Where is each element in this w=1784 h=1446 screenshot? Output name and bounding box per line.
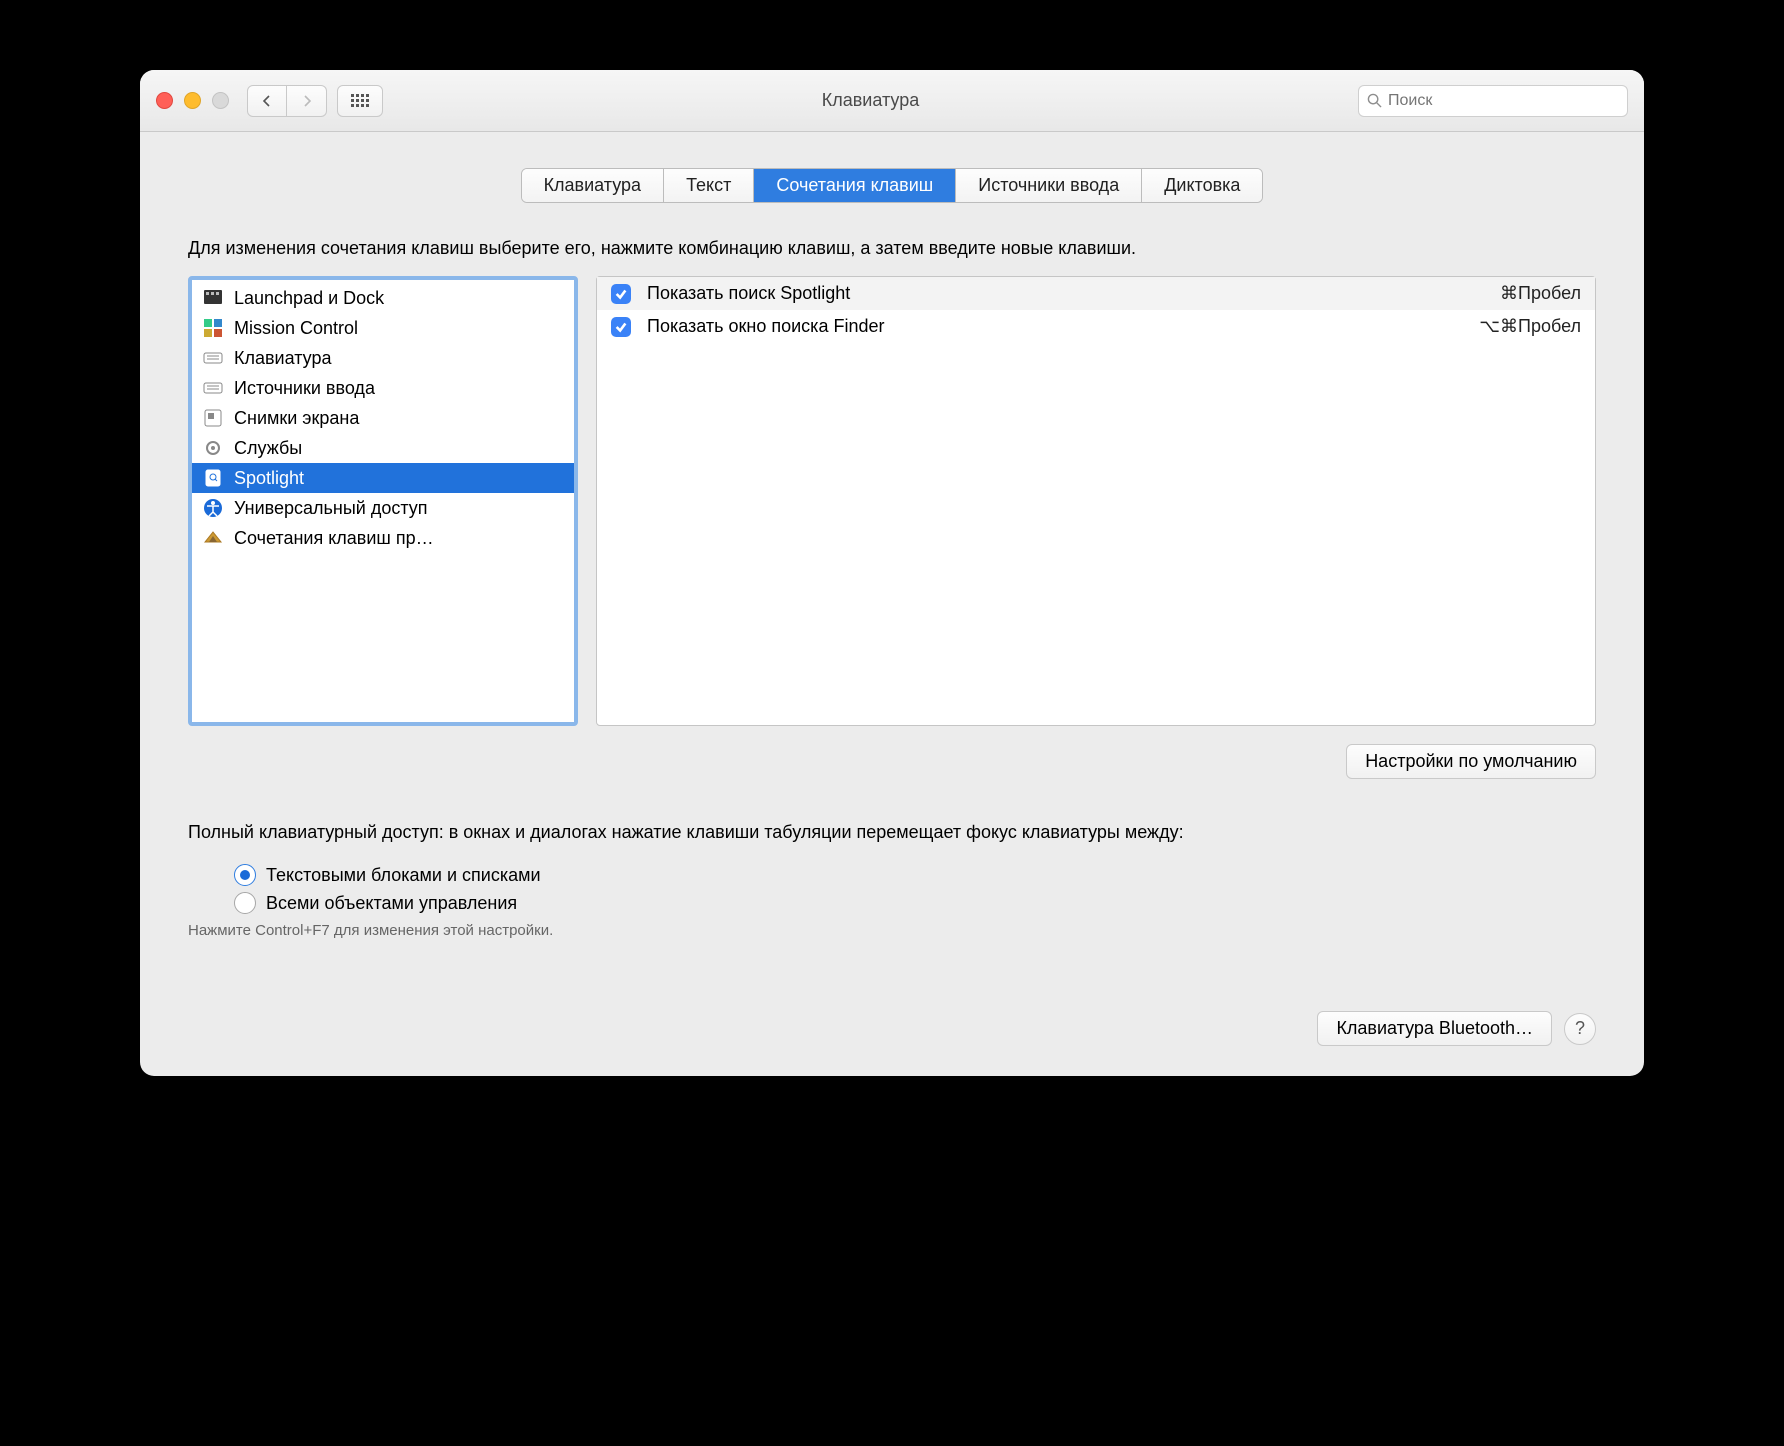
shortcut-label: Показать окно поиска Finder xyxy=(647,316,1463,337)
category-label: Spotlight xyxy=(234,468,304,489)
bluetooth-keyboard-button[interactable]: Клавиатура Bluetooth… xyxy=(1317,1011,1552,1046)
shortcut-row[interactable]: Показать поиск Spotlight ⌘Пробел xyxy=(597,277,1595,310)
preferences-window: Клавиатура КлавиатураТекстСочетания клав… xyxy=(140,70,1644,1076)
keyboard-hint: Нажмите Control+F7 для изменения этой на… xyxy=(188,922,1596,939)
category-label: Mission Control xyxy=(234,318,358,339)
mission-icon xyxy=(202,317,224,339)
apps-icon xyxy=(202,527,224,549)
category-label: Снимки экрана xyxy=(234,408,359,429)
category-label: Сочетания клавиш пр… xyxy=(234,528,434,549)
grid-icon xyxy=(351,94,369,107)
keyboard-icon xyxy=(202,347,224,369)
content: КлавиатураТекстСочетания клавишИсточники… xyxy=(140,168,1644,1076)
tab-сочетания-клавиш[interactable]: Сочетания клавиш xyxy=(754,169,956,202)
search-icon xyxy=(1367,93,1382,108)
panels: Launchpad и Dock Mission Control Клавиатур… xyxy=(188,276,1596,726)
nav-buttons xyxy=(247,85,327,117)
tab-клавиатура[interactable]: Клавиатура xyxy=(522,169,665,202)
radio-button[interactable] xyxy=(234,864,256,886)
help-button[interactable]: ? xyxy=(1564,1013,1596,1045)
launchpad-icon xyxy=(202,287,224,309)
category-item[interactable]: Mission Control xyxy=(192,313,574,343)
back-button[interactable] xyxy=(247,85,287,117)
keyboard-icon xyxy=(202,377,224,399)
shortcut-checkbox[interactable] xyxy=(611,317,631,337)
radio-button[interactable] xyxy=(234,892,256,914)
titlebar: Клавиатура xyxy=(140,70,1644,132)
category-label: Launchpad и Dock xyxy=(234,288,384,309)
category-label: Службы xyxy=(234,438,302,459)
radio-option[interactable]: Всеми объектами управления xyxy=(234,892,1596,914)
search-input[interactable] xyxy=(1388,92,1619,110)
shortcut-label: Показать поиск Spotlight xyxy=(647,283,1484,304)
tab-диктовка[interactable]: Диктовка xyxy=(1142,169,1262,202)
radio-label: Всеми объектами управления xyxy=(266,893,517,914)
category-label: Универсальный доступ xyxy=(234,498,428,519)
category-item[interactable]: Универсальный доступ xyxy=(192,493,574,523)
category-item[interactable]: Источники ввода xyxy=(192,373,574,403)
window-controls xyxy=(156,92,229,109)
zoom-window-button xyxy=(212,92,229,109)
category-item[interactable]: Клавиатура xyxy=(192,343,574,373)
restore-defaults-button[interactable]: Настройки по умолчанию xyxy=(1346,744,1596,779)
gear-icon xyxy=(202,437,224,459)
close-window-button[interactable] xyxy=(156,92,173,109)
tab-источники-ввода[interactable]: Источники ввода xyxy=(956,169,1142,202)
full-keyboard-access-desc: Полный клавиатурный доступ: в окнах и ди… xyxy=(188,819,1596,846)
shortcut-keys: ⌘Пробел xyxy=(1500,283,1581,304)
minimize-window-button[interactable] xyxy=(184,92,201,109)
tab-текст[interactable]: Текст xyxy=(664,169,754,202)
shortcut-checkbox[interactable] xyxy=(611,284,631,304)
show-all-button[interactable] xyxy=(337,85,383,117)
screenshot-icon xyxy=(202,407,224,429)
shortcut-row[interactable]: Показать окно поиска Finder ⌥⌘Пробел xyxy=(597,310,1595,343)
category-label: Источники ввода xyxy=(234,378,375,399)
category-item[interactable]: Снимки экрана xyxy=(192,403,574,433)
shortcut-keys: ⌥⌘Пробел xyxy=(1479,316,1581,337)
spotlight-icon xyxy=(202,467,224,489)
window-title: Клавиатура xyxy=(383,90,1358,111)
forward-button[interactable] xyxy=(287,85,327,117)
accessibility-icon xyxy=(202,497,224,519)
search-box[interactable] xyxy=(1358,85,1628,117)
tabs: КлавиатураТекстСочетания клавишИсточники… xyxy=(188,168,1596,203)
radio-label: Текстовыми блоками и списками xyxy=(266,865,541,886)
shortcut-list[interactable]: Показать поиск Spotlight⌘ПробелПоказать … xyxy=(596,276,1596,726)
category-item[interactable]: Launchpad и Dock xyxy=(192,283,574,313)
radio-option[interactable]: Текстовыми блоками и списками xyxy=(234,864,1596,886)
category-list[interactable]: Launchpad и Dock Mission Control Клавиатур… xyxy=(188,276,578,726)
category-item[interactable]: Spotlight xyxy=(192,463,574,493)
radio-group: Текстовыми блоками и списками Всеми объек… xyxy=(234,864,1596,914)
category-item[interactable]: Сочетания клавиш пр… xyxy=(192,523,574,553)
instruction-text: Для изменения сочетания клавиш выберите … xyxy=(188,235,1596,262)
category-label: Клавиатура xyxy=(234,348,332,369)
category-item[interactable]: Службы xyxy=(192,433,574,463)
